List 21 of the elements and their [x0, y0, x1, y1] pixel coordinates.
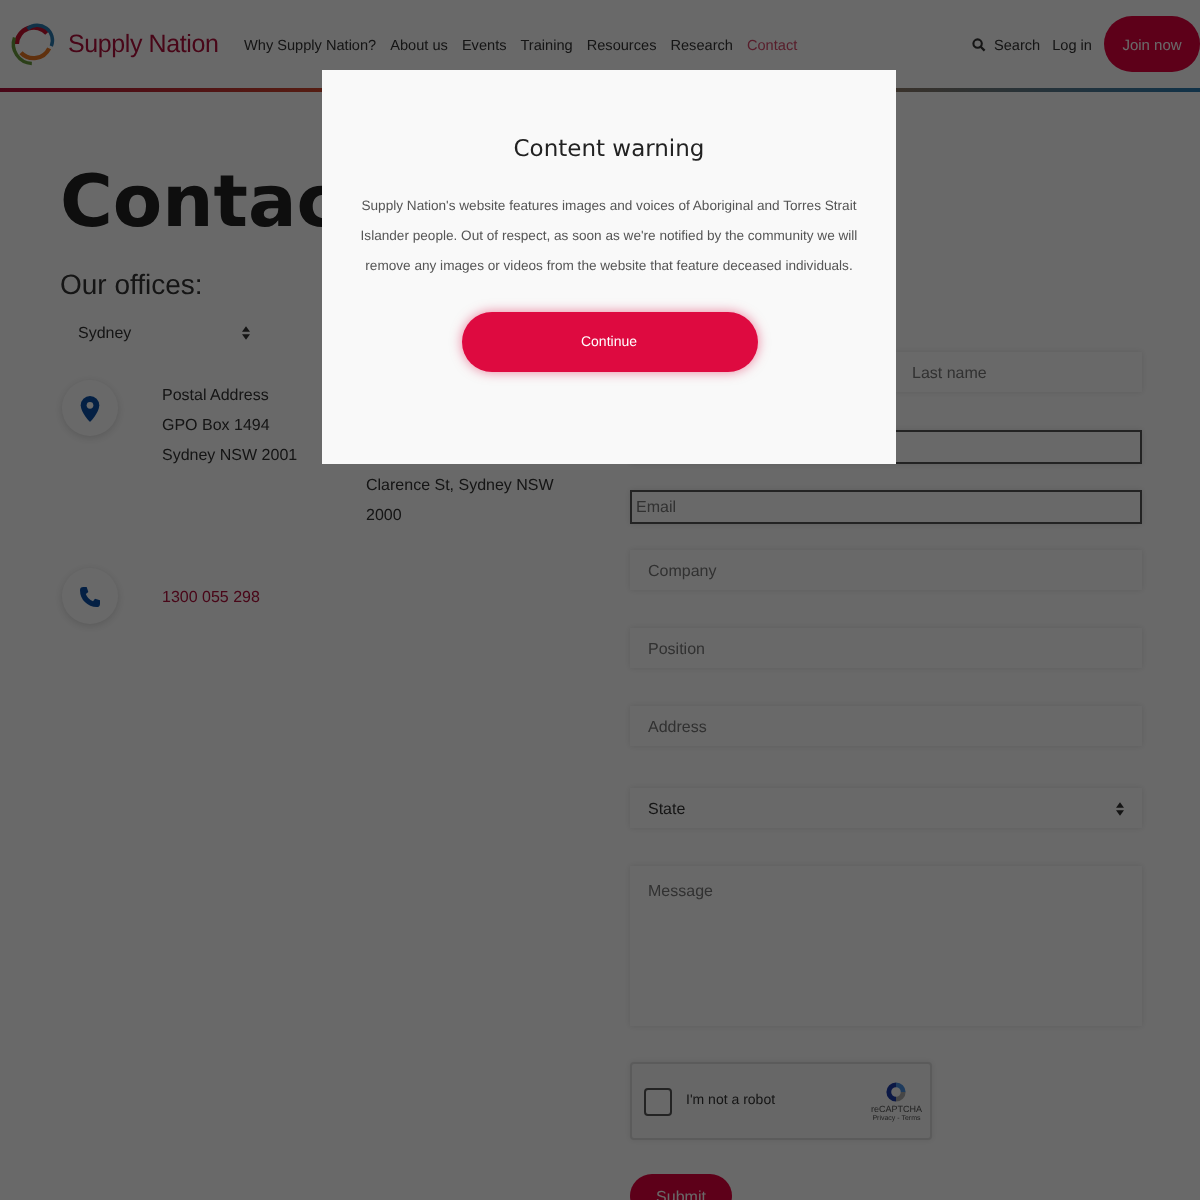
up-down-icon — [1116, 801, 1124, 815]
brand-name[interactable]: Supply Nation — [68, 30, 219, 58]
message-field[interactable]: Message — [630, 866, 1142, 1026]
page-title: Contac — [60, 160, 340, 248]
input-field[interactable]: Position — [630, 628, 1142, 668]
address-text: Clarence St, Sydney NSW 2000 — [366, 474, 556, 528]
input-field[interactable]: Email — [630, 490, 1142, 524]
up-down-icon — [242, 325, 250, 339]
input-field[interactable]: Company — [630, 550, 1142, 590]
search-icon — [971, 37, 986, 51]
address-line: GPO Box 1494 — [162, 414, 272, 438]
swirl-logo-icon[interactable] — [8, 18, 60, 70]
address-line: Sydney NSW 2001 — [162, 444, 300, 468]
modal-title: Content warning — [513, 134, 705, 162]
section-heading: Our offices: — [60, 268, 203, 300]
checkbox[interactable] — [644, 1087, 672, 1115]
address-line: Postal Address — [162, 384, 271, 408]
input-field[interactable]: Last name — [894, 352, 1142, 392]
state-select[interactable]: State — [630, 788, 1142, 828]
input-field[interactable]: Address — [630, 706, 1142, 746]
phone-link[interactable]: 1300 055 298 — [162, 587, 260, 605]
